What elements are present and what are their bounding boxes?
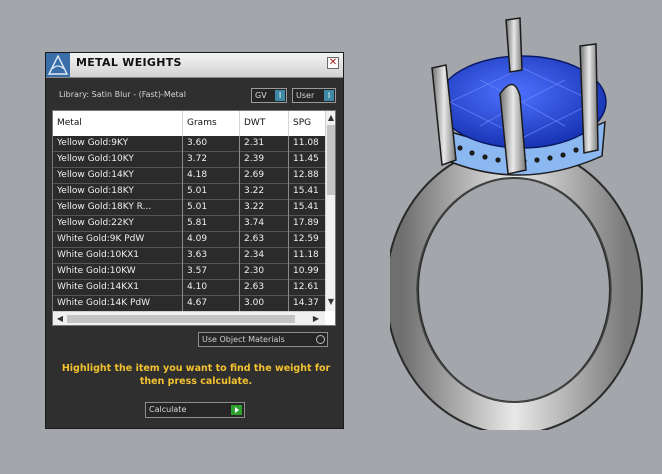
cell-metal: Yellow Gold:14KY	[53, 168, 183, 184]
table-row[interactable]: White Gold:14K PdW 4.67 3.00 14.37	[53, 296, 325, 312]
table-row[interactable]: White Gold:10KX1 3.63 2.34 11.18	[53, 248, 325, 264]
cell-grams: 5.81	[183, 216, 240, 232]
cell-spg: 17.89	[293, 218, 319, 228]
cell-grams: 3.57	[183, 264, 240, 280]
cell-dwt: 2.63	[240, 280, 289, 296]
cell-metal: Yellow Gold:9KY	[53, 136, 183, 152]
table-row[interactable]: White Gold:14KX1 4.10 2.63 12.61	[53, 280, 325, 296]
metal-weights-panel: METAL WEIGHTS ✕ Library: Satin Blur - (F…	[45, 52, 344, 429]
table-header: Metal Grams DWT SPG	[53, 111, 325, 137]
cell-metal: Yellow Gold:22KY	[53, 216, 183, 232]
close-icon[interactable]: ✕	[327, 57, 339, 69]
ring-3d-model[interactable]	[390, 10, 660, 430]
cell-spg: 11.08	[293, 138, 319, 148]
rhino-logo-icon	[46, 53, 70, 77]
user-toggle-label: User	[296, 91, 315, 100]
cell-spg: 12.88	[293, 170, 319, 180]
cell-dwt: 3.22	[240, 184, 289, 200]
play-icon[interactable]	[231, 405, 242, 415]
metal-table[interactable]: Metal Grams DWT SPG Yellow Gold:9KY 3.60 2…	[52, 110, 336, 326]
cell-dwt: 2.69	[240, 168, 289, 184]
table-row[interactable]: Yellow Gold:14KY 4.18 2.69 12.88	[53, 168, 325, 184]
radio-icon[interactable]	[316, 335, 325, 344]
cell-metal: White Gold:9K PdW	[53, 232, 183, 248]
library-label: Library: Satin Blur - (Fast)-Metal	[59, 90, 186, 99]
use-object-materials-option[interactable]: Use Object Materials	[198, 332, 328, 347]
table-row[interactable]: Yellow Gold:18KY R... 5.01 3.22 15.41	[53, 200, 325, 216]
column-header-spg[interactable]: SPG	[289, 111, 325, 136]
cell-spg: 12.61	[293, 282, 319, 292]
cell-grams: 4.18	[183, 168, 240, 184]
panel-titlebar[interactable]: METAL WEIGHTS ✕	[46, 53, 343, 78]
cell-metal: Yellow Gold:10KY	[53, 152, 183, 168]
cell-spg: 10.99	[293, 266, 319, 276]
calculate-button[interactable]: Calculate	[145, 402, 245, 418]
cell-spg: 15.41	[293, 186, 319, 196]
gv-toggle[interactable]: GV I	[251, 88, 287, 103]
cell-spg: 15.41	[293, 202, 319, 212]
panel-title: METAL WEIGHTS	[76, 56, 182, 69]
gv-toggle-indicator: I	[275, 90, 285, 101]
cell-dwt: 3.00	[240, 296, 289, 312]
cell-dwt: 2.39	[240, 152, 289, 168]
instruction-text: Highlight the item you want to find the …	[61, 363, 331, 387]
cell-dwt: 2.63	[240, 232, 289, 248]
gv-toggle-label: GV	[255, 91, 267, 100]
horizontal-scrollbar[interactable]: ◀ ▶	[53, 311, 325, 325]
use-object-materials-label: Use Object Materials	[202, 335, 285, 344]
table-row[interactable]: Yellow Gold:10KY 3.72 2.39 11.45	[53, 152, 325, 168]
table-row[interactable]: White Gold:9K PdW 4.09 2.63 12.59	[53, 232, 325, 248]
cell-grams: 3.60	[183, 136, 240, 152]
table-row[interactable]: Yellow Gold:22KY 5.81 3.74 17.89	[53, 216, 325, 232]
cell-grams: 4.67	[183, 296, 240, 312]
cell-spg: 11.18	[293, 250, 319, 260]
scroll-down-icon[interactable]: ▼	[326, 297, 335, 307]
user-toggle[interactable]: User I	[292, 88, 336, 103]
cell-spg: 12.59	[293, 234, 319, 244]
cell-dwt: 2.30	[240, 264, 289, 280]
cell-grams: 3.63	[183, 248, 240, 264]
cell-metal: White Gold:14K PdW	[53, 296, 183, 312]
cell-metal: White Gold:10KW	[53, 264, 183, 280]
cell-dwt: 2.34	[240, 248, 289, 264]
table-row[interactable]: White Gold:10KW 3.57 2.30 10.99	[53, 264, 325, 280]
cell-spg: 11.45	[293, 154, 319, 164]
cell-grams: 4.10	[183, 280, 240, 296]
cell-dwt: 3.74	[240, 216, 289, 232]
cell-spg: 14.37	[293, 298, 319, 308]
vertical-scrollbar[interactable]: ▲ ▼	[325, 111, 335, 311]
column-header-grams[interactable]: Grams	[183, 111, 240, 136]
horizontal-scroll-thumb[interactable]	[67, 315, 295, 323]
cell-dwt: 3.22	[240, 200, 289, 216]
user-toggle-indicator: I	[324, 90, 334, 101]
scroll-right-icon[interactable]: ▶	[311, 313, 321, 325]
cell-metal: White Gold:10KX1	[53, 248, 183, 264]
cell-grams: 4.09	[183, 232, 240, 248]
column-header-dwt[interactable]: DWT	[240, 111, 289, 136]
scroll-left-icon[interactable]: ◀	[55, 313, 65, 325]
column-header-metal[interactable]: Metal	[53, 111, 183, 136]
vertical-scroll-thumb[interactable]	[327, 125, 335, 195]
cell-dwt: 2.31	[240, 136, 289, 152]
table-body: Yellow Gold:9KY 3.60 2.31 11.08 Yellow Gold:…	[53, 136, 325, 312]
table-row[interactable]: Yellow Gold:18KY 5.01 3.22 15.41	[53, 184, 325, 200]
cell-metal: White Gold:14KX1	[53, 280, 183, 296]
cell-metal: Yellow Gold:18KY	[53, 184, 183, 200]
cell-grams: 5.01	[183, 184, 240, 200]
cell-metal: Yellow Gold:18KY R...	[53, 200, 183, 216]
calculate-label: Calculate	[149, 405, 187, 414]
scroll-up-icon[interactable]: ▲	[326, 113, 335, 123]
cell-grams: 5.01	[183, 200, 240, 216]
table-row[interactable]: Yellow Gold:9KY 3.60 2.31 11.08	[53, 136, 325, 152]
cell-grams: 3.72	[183, 152, 240, 168]
